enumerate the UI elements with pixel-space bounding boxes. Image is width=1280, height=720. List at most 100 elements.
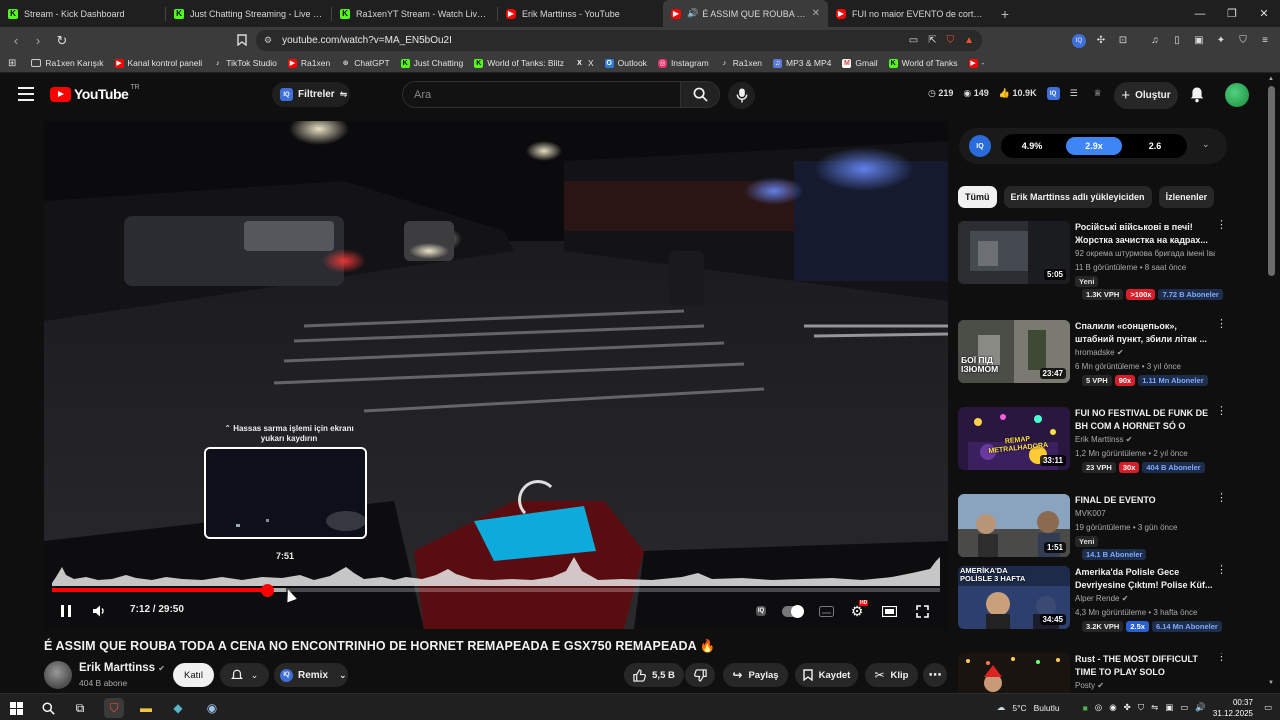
wallet-icon[interactable]: ▣ (1192, 34, 1206, 48)
chip-watched[interactable]: İzlenenler (1158, 186, 1215, 208)
more-vertical-icon[interactable]: ⋮ (1216, 406, 1227, 417)
extensions-puzzle-icon[interactable]: ✣ (1094, 34, 1108, 48)
video-thumbnail[interactable]: AMERİKA'DA POLİSLE 3 HAFTA 34:45 (958, 566, 1070, 629)
close-tab-icon[interactable]: ✕ (812, 8, 820, 19)
scrubber-handle[interactable] (261, 584, 274, 597)
close-window-button[interactable]: ✕ (1248, 0, 1280, 27)
speed-option[interactable]: 4.9% (1004, 137, 1060, 155)
filters-button[interactable]: IQ Filtreler ⇋ (272, 82, 350, 107)
captions-button[interactable] (816, 598, 836, 624)
pause-button[interactable] (56, 598, 76, 624)
channel-avatar[interactable] (44, 661, 72, 689)
iq-extension-icon[interactable]: IQ (1072, 33, 1086, 48)
trophy-icon[interactable]: ♕ (1094, 88, 1102, 99)
bookmark-item[interactable]: K Just Chatting (400, 58, 463, 68)
sidebar-icon[interactable]: ▯ (1170, 34, 1184, 48)
address-bar[interactable]: ⚙ youtube.com/watch?v=MA_EN5bOu2I ▭ ⇱ ⛉ … (256, 30, 982, 51)
back-icon[interactable]: ‹ (6, 31, 26, 51)
bookmark-page-icon[interactable] (232, 30, 252, 50)
more-vertical-icon[interactable]: ⋮ (1216, 220, 1227, 231)
browser-menu-icon[interactable]: ≡ (1258, 34, 1272, 48)
scroll-down-arrow[interactable]: ▼ (1268, 680, 1274, 686)
bookmark-item[interactable]: O Outlook (604, 58, 647, 68)
tray-app-icon[interactable]: ✤ (1124, 702, 1131, 713)
subscription-bell-button[interactable]: ⌄ (220, 663, 269, 687)
remix-button[interactable]: IQ Remix ⌄ (274, 663, 348, 687)
iq-player-button[interactable]: IQ (751, 598, 771, 624)
video-thumbnail[interactable]: БОЇ ПІД ІЗЮМОМ 23:47 (958, 320, 1070, 383)
bookmark-item[interactable]: Ra1xen Karışık (31, 58, 104, 68)
reload-icon[interactable]: ↻ (52, 31, 72, 51)
speaker-icon[interactable]: 🔊 (687, 8, 698, 19)
system-clock[interactable]: 00:37 31.12.2025 (1213, 697, 1253, 719)
recommendation-item[interactable]: БОЇ ПІД ІЗЮМОМ 23:47 Спалили «сонцепьок»… (958, 319, 1228, 400)
browser-tab-active[interactable]: ▶ 🔊 É ASSIM QUE ROUBA TODA A CENA ✕ (663, 0, 828, 27)
maximize-button[interactable]: ❐ (1216, 0, 1248, 27)
list-icon[interactable]: ☰ (1070, 88, 1078, 99)
like-button[interactable]: 5,5 B (624, 663, 684, 687)
recommendation-item[interactable]: 1:51 FINAL DE EVENTO MVK007 19 görüntüle… (958, 493, 1228, 574)
more-vertical-icon[interactable]: ⋮ (1216, 319, 1227, 330)
clip-button[interactable]: ✂ Klip (865, 663, 918, 687)
leo-ai-icon[interactable]: ✦ (1214, 34, 1228, 48)
iq-icon[interactable]: IQ (969, 135, 991, 157)
shield-icon[interactable]: ⛉ (1138, 702, 1144, 713)
site-info-icon[interactable]: ⚙ (264, 35, 272, 46)
more-vertical-icon[interactable]: ⋮ (1216, 565, 1227, 576)
minimize-button[interactable]: — (1184, 0, 1216, 27)
bookmark-item[interactable]: ◎ Instagram (657, 58, 709, 68)
join-button[interactable]: Katıl (173, 663, 214, 687)
notifications-icon[interactable]: ▭ (1264, 702, 1272, 713)
fullscreen-button[interactable] (912, 598, 932, 624)
speed-option[interactable]: 2.6 (1127, 137, 1183, 155)
brave-browser-icon[interactable]: ⛉ (104, 698, 124, 718)
search-input[interactable]: Ara (402, 81, 681, 108)
brave-shield-icon[interactable]: ⛉ (947, 35, 955, 46)
dislike-button[interactable] (685, 663, 715, 687)
screenshot-icon[interactable]: ⊡ (1116, 34, 1130, 48)
recommendation-item[interactable]: REMAP METRALHADORA 33:11 FUI NO FESTIVAL… (958, 406, 1228, 487)
bookmark-item[interactable]: ♫ MP3 & MP4 (773, 58, 831, 68)
chip-from-uploader[interactable]: Erik Marttinss adlı yükleyiciden (1003, 186, 1152, 208)
bookmark-item[interactable]: ⊛ ChatGPT (341, 58, 390, 68)
bookmark-item[interactable]: ♪ TikTok Studio (213, 58, 277, 68)
more-actions-button[interactable]: ⋯ (923, 663, 947, 687)
steam-tray-icon[interactable]: ◉ (1109, 702, 1116, 713)
vpn-icon[interactable]: ⛉ (1236, 34, 1250, 48)
notifications-bell-icon[interactable] (1189, 86, 1207, 104)
volume-icon[interactable]: 🔊 (1195, 702, 1206, 713)
bookmark-item[interactable]: ▶ Kanal kontrol paneli (114, 58, 202, 68)
volume-button[interactable] (90, 598, 110, 624)
music-icon[interactable]: ♫ (1148, 34, 1162, 48)
tray-app-icon[interactable]: ■ (1083, 703, 1088, 713)
miniplayer-button[interactable] (879, 598, 899, 624)
chip-all[interactable]: Tümü (958, 186, 997, 208)
share-icon[interactable]: ⇱ (928, 35, 936, 46)
create-button[interactable]: + Oluştur (1114, 82, 1178, 109)
video-thumbnail[interactable] (958, 653, 1070, 693)
tray-app-icon[interactable]: ◎ (1095, 702, 1102, 713)
browser-tab[interactable]: K Stream - Kick Dashboard (0, 0, 165, 27)
browser-tab[interactable]: ▶ FUI no maior EVENTO de corte de giro (828, 0, 993, 27)
video-thumbnail[interactable]: 5:05 (958, 221, 1070, 284)
chevron-down-icon[interactable]: ⌄ (1202, 139, 1210, 150)
scroll-up-arrow[interactable]: ▲ (1268, 76, 1274, 82)
task-view-icon[interactable]: ⧉ (70, 698, 90, 718)
voice-search-button[interactable] (728, 82, 755, 109)
account-avatar[interactable] (1225, 83, 1249, 107)
speed-option-active[interactable]: 2.9x (1066, 137, 1122, 155)
bookmark-item[interactable]: ♪ Ra1xen (720, 58, 762, 68)
bookmark-item[interactable]: XX (575, 58, 594, 68)
bookmark-item[interactable]: M Gmail (842, 58, 878, 68)
channel-name[interactable]: Erik Marttinss ✔ (79, 662, 165, 674)
search-icon[interactable] (38, 698, 58, 718)
new-tab-button[interactable]: + (993, 6, 1017, 22)
tray-app-icon[interactable]: ▣ (1165, 702, 1173, 713)
windows-start-icon[interactable] (6, 698, 26, 718)
recommendation-item[interactable]: AMERİKA'DA POLİSLE 3 HAFTA 34:45 Amerika… (958, 565, 1228, 646)
video-thumbnail[interactable]: 1:51 (958, 494, 1070, 557)
recommendation-item[interactable]: 5:05 Російські військові в печі! Жорстка… (958, 220, 1228, 301)
youtube-logo[interactable]: YouTube TR (50, 84, 140, 102)
iq-icon[interactable]: IQ (1046, 87, 1060, 100)
settings-button[interactable]: ⚙ HD (847, 598, 869, 624)
